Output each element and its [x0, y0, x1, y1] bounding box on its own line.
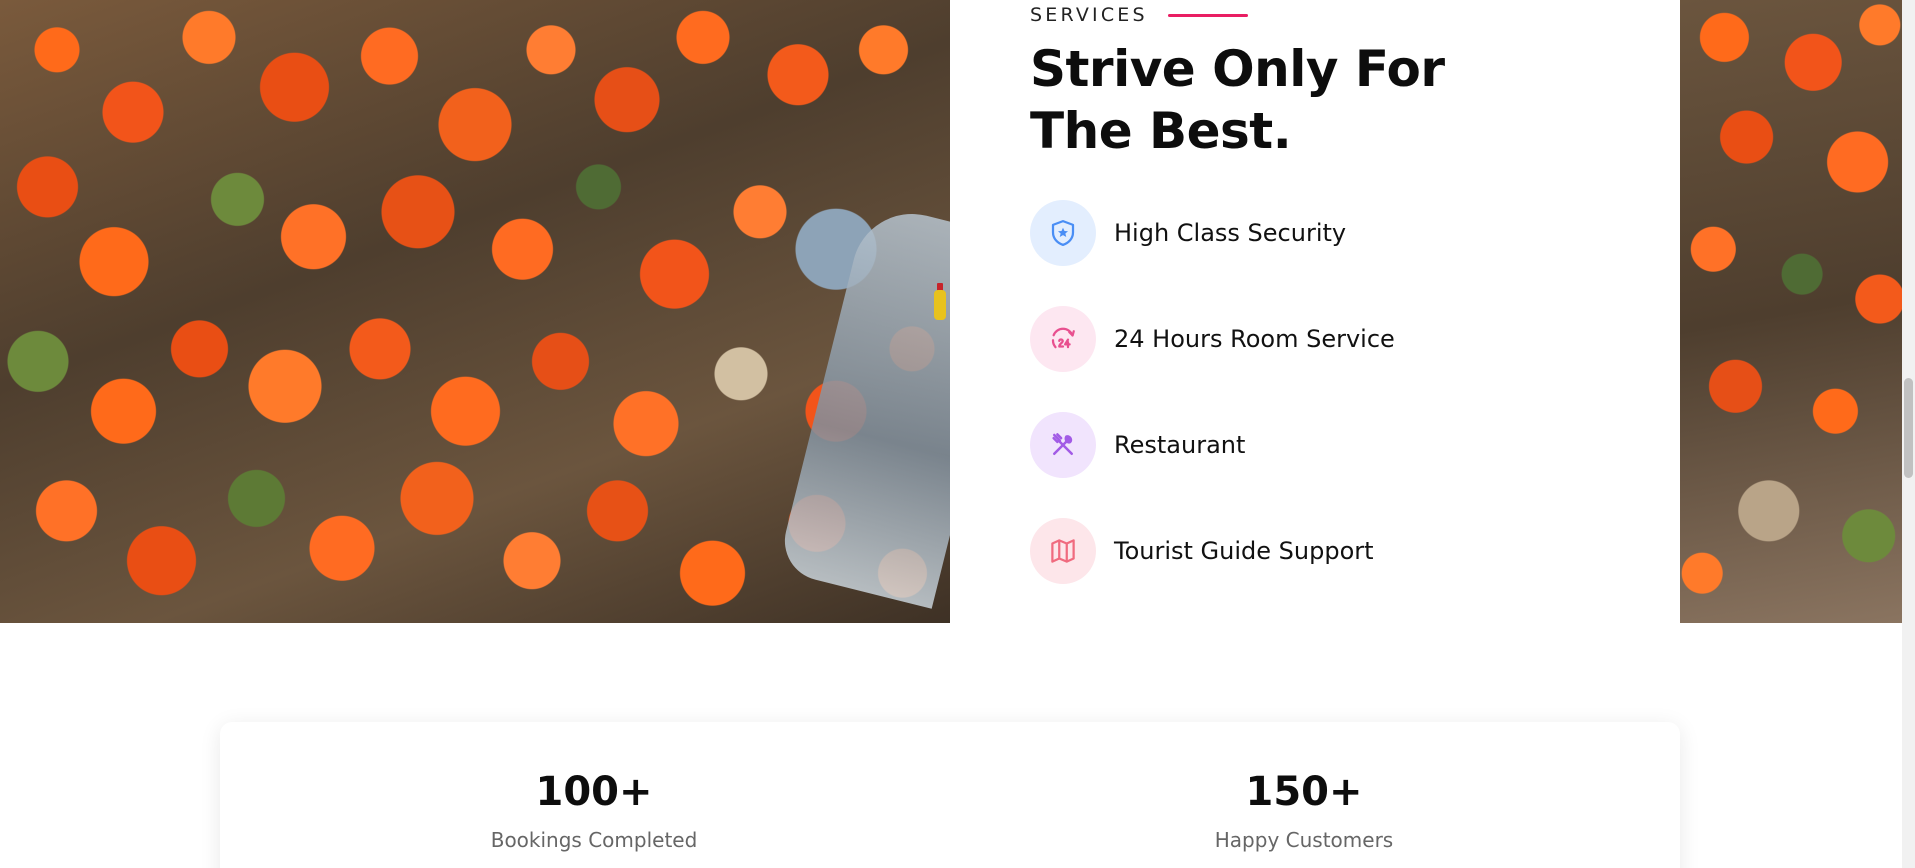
eyebrow-accent-line	[1167, 13, 1248, 17]
photo-road	[776, 201, 950, 609]
stats-card: 100+ Bookings Completed 150+ Happy Custo…	[220, 722, 1680, 868]
scrollbar-thumb[interactable]	[1904, 378, 1913, 478]
24-hours-icon	[1030, 306, 1096, 372]
stat-label: Happy Customers	[1214, 828, 1394, 852]
stat-customers: 150+ Happy Customers	[1104, 768, 1504, 852]
feature-label: 24 Hours Room Service	[1114, 325, 1395, 353]
page-scrollbar[interactable]	[1902, 0, 1915, 868]
map-icon	[1030, 518, 1096, 584]
page: SERVICES Strive Only For The Best. High …	[0, 0, 1915, 868]
services-photo-left	[0, 0, 950, 623]
stat-label: Bookings Completed	[490, 828, 698, 852]
services-eyebrow: SERVICES	[1030, 4, 1248, 26]
feature-label: Restaurant	[1114, 431, 1246, 459]
feature-item-security[interactable]: High Class Security	[1030, 200, 1395, 266]
feature-item-tourist-guide[interactable]: Tourist Guide Support	[1030, 518, 1395, 584]
feature-list: High Class Security 24 Hours Room Servic…	[1030, 200, 1395, 624]
feature-item-room-service[interactable]: 24 Hours Room Service	[1030, 306, 1395, 372]
shield-star-icon	[1030, 200, 1096, 266]
photo-rider	[934, 290, 946, 320]
services-photo-right	[1680, 0, 1902, 623]
feature-label: Tourist Guide Support	[1114, 537, 1374, 565]
eyebrow-text: SERVICES	[1030, 4, 1148, 26]
stat-value: 100+	[535, 769, 653, 815]
feature-label: High Class Security	[1114, 219, 1347, 247]
services-title: Strive Only For The Best.	[1030, 40, 1445, 160]
stat-value: 150+	[1245, 769, 1363, 815]
feature-item-restaurant[interactable]: Restaurant	[1030, 412, 1395, 478]
utensils-icon	[1030, 412, 1096, 478]
stat-bookings: 100+ Bookings Completed	[394, 768, 794, 852]
